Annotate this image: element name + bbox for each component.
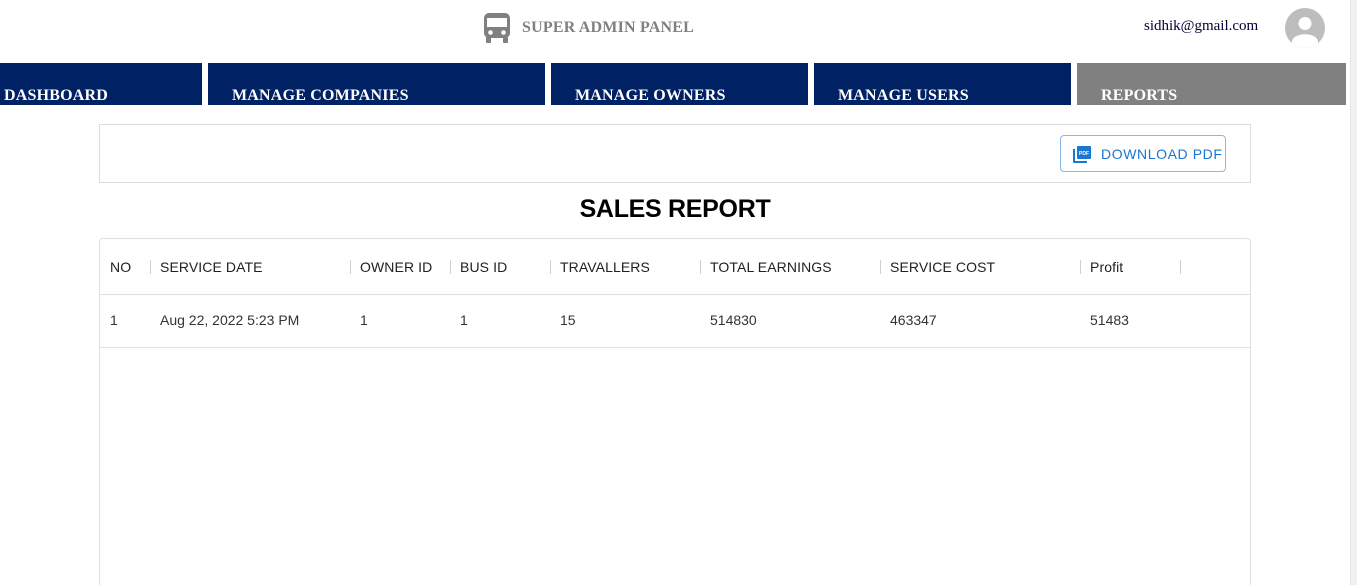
report-toolbar: PDF DOWNLOAD PDF (99, 124, 1251, 183)
column-header-profit[interactable]: Profit (1090, 259, 1123, 275)
column-header-travallers[interactable]: TRAVALLERS (560, 259, 650, 275)
column-header-bus-id[interactable]: BUS ID (460, 259, 507, 275)
column-header-no[interactable]: NO (110, 259, 131, 275)
app-title: SUPER ADMIN PANEL (522, 19, 695, 36)
column-separator[interactable] (350, 260, 351, 274)
download-pdf-label: DOWNLOAD PDF (1101, 146, 1223, 162)
svg-text:PDF: PDF (1079, 151, 1089, 157)
nav-manage-owners[interactable]: MANAGE OWNERS (551, 63, 808, 105)
brand: SUPER ADMIN PANEL (483, 12, 694, 44)
picture-as-pdf-icon: PDF (1073, 146, 1091, 163)
cell-service-cost: 463347 (890, 312, 937, 328)
cell-total-earnings: 514830 (710, 312, 757, 328)
download-pdf-button[interactable]: PDF DOWNLOAD PDF (1060, 135, 1226, 172)
avatar[interactable] (1285, 8, 1325, 48)
column-header-owner-id[interactable]: OWNER ID (360, 259, 432, 275)
nav-manage-companies-label: MANAGE COMPANIES (232, 87, 409, 104)
column-header-service-date[interactable]: SERVICE DATE (160, 259, 263, 275)
nav-dashboard-label: DASHBOARD (4, 87, 109, 104)
column-separator[interactable] (1080, 260, 1081, 274)
user-email: sidhik@gmail.com (1144, 18, 1259, 34)
nav-dashboard[interactable]: DASHBOARD (0, 63, 202, 105)
cell-bus-id: 1 (460, 312, 468, 328)
column-separator[interactable] (1180, 260, 1181, 274)
cell-owner-id: 1 (360, 312, 368, 328)
column-separator[interactable] (880, 260, 881, 274)
column-header-total-earnings[interactable]: TOTAL EARNINGS (710, 259, 832, 275)
nav-reports[interactable]: REPORTS (1077, 63, 1346, 105)
nav-manage-companies[interactable]: MANAGE COMPANIES (208, 63, 545, 105)
table-row[interactable]: 1 Aug 22, 2022 5:23 PM 1 1 15 514830 463… (100, 295, 1250, 348)
nav-manage-users-label: MANAGE USERS (838, 87, 969, 104)
table-header: NO SERVICE DATE OWNER ID BUS ID TRAVALLE… (100, 239, 1250, 295)
account-circle-icon (1292, 17, 1318, 48)
column-header-service-cost[interactable]: SERVICE COST (890, 259, 995, 275)
nav-manage-users[interactable]: MANAGE USERS (814, 63, 1071, 105)
nav-manage-owners-label: MANAGE OWNERS (575, 87, 726, 104)
page-title: SALES REPORT (579, 195, 771, 223)
nav-reports-label: REPORTS (1101, 87, 1178, 104)
column-separator[interactable] (450, 260, 451, 274)
cell-profit: 51483 (1090, 312, 1129, 328)
cell-travallers: 15 (560, 312, 576, 328)
column-separator[interactable] (150, 260, 151, 274)
bus-icon (484, 13, 510, 43)
column-separator[interactable] (700, 260, 701, 274)
sales-report-table: NO SERVICE DATE OWNER ID BUS ID TRAVALLE… (99, 238, 1251, 585)
cell-service-date: Aug 22, 2022 5:23 PM (160, 312, 300, 328)
page-scrollbar[interactable] (1350, 0, 1357, 585)
column-separator[interactable] (550, 260, 551, 274)
cell-no: 1 (110, 312, 118, 328)
